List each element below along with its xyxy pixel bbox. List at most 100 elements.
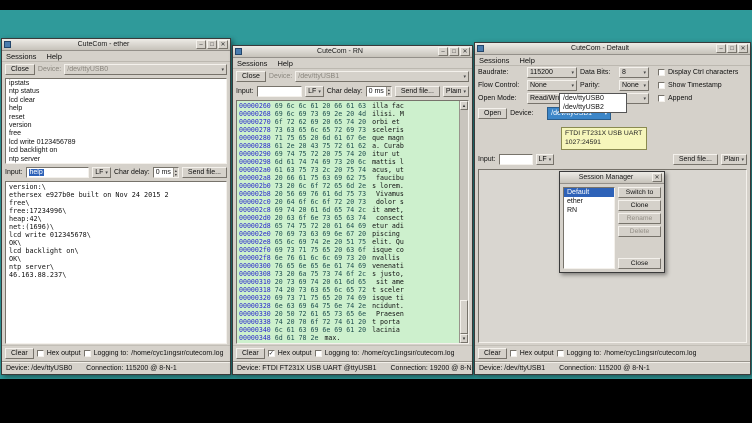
scrollbar-thumb[interactable] — [460, 300, 468, 334]
clear-button[interactable]: Clear — [5, 348, 34, 359]
maximize-button[interactable]: □ — [449, 47, 459, 56]
history-item[interactable]: lcd clear — [9, 97, 223, 105]
session-list[interactable]: DefaultetherRN — [563, 187, 615, 269]
menu-sessions[interactable]: Sessions — [6, 52, 36, 61]
logging-checkbox[interactable] — [84, 350, 91, 357]
data-bits-combo[interactable]: 8 ▾ — [619, 67, 649, 78]
history-item[interactable]: reset — [9, 114, 223, 122]
titlebar[interactable]: CuteCom - RN – □ ✕ — [233, 46, 472, 58]
display-mode-combo[interactable]: Plain ▾ — [721, 154, 747, 165]
hex-dump-line: 0000026869 6c 69 73 69 2e 20 4dilisi. M — [239, 110, 457, 118]
baudrate-combo[interactable]: 115200 ▾ — [527, 67, 577, 78]
dialog-button[interactable]: Switch to — [618, 187, 661, 198]
app-icon — [4, 41, 11, 48]
session-item[interactable]: ether — [564, 197, 614, 206]
logging-path[interactable]: /home/cyc1ingsir/cutecom.log — [362, 350, 454, 357]
scroll-up-icon[interactable]: ▴ — [460, 101, 468, 110]
close-window-button[interactable]: ✕ — [738, 44, 748, 53]
scrollbar-track[interactable] — [460, 110, 468, 334]
clear-button[interactable]: Clear — [478, 348, 507, 359]
device-combo[interactable]: /dev/ttyUSB0 ▾ — [64, 64, 227, 75]
char-delay-label: Char delay: — [114, 169, 150, 176]
output-area[interactable]: version:\ethersex e927b0e built on Nov 2… — [5, 181, 227, 344]
dialog-button[interactable]: Delete — [618, 226, 661, 237]
parity-combo[interactable]: None ▾ — [619, 80, 649, 91]
session-item[interactable]: RN — [564, 206, 614, 215]
send-file-button[interactable]: Send file... — [395, 86, 440, 97]
line-end-combo[interactable]: LF ▾ — [305, 86, 324, 97]
char-delay-spinbox[interactable]: 0 ms ▴▾ — [153, 167, 179, 178]
spinner-arrows-icon[interactable]: ▴▾ — [386, 87, 391, 96]
clear-button[interactable]: Clear — [236, 348, 265, 359]
input-field[interactable]: help — [26, 167, 90, 178]
open-device-button[interactable]: Open — [478, 108, 507, 119]
device-option[interactable]: /dev/ttyUSB2 — [560, 103, 626, 112]
close-window-button[interactable]: ✕ — [218, 40, 228, 49]
settings-close-button[interactable]: Close — [5, 64, 35, 75]
hex-ascii: Praesen — [372, 310, 404, 318]
history-item[interactable]: ntp status — [9, 88, 223, 96]
titlebar[interactable]: CuteCom - Default – □ ✕ — [475, 43, 750, 55]
hex-offset: 000002b8 — [239, 190, 271, 198]
minimize-button[interactable]: – — [438, 47, 448, 56]
logging-path[interactable]: /home/cyc1ingsir/cutecom.log — [131, 350, 223, 357]
hex-ascii: lacinia — [372, 326, 404, 334]
char-delay-spinbox[interactable]: 0 ms ▴▾ — [366, 86, 392, 97]
minimize-button[interactable]: – — [716, 44, 726, 53]
hex-ascii: faucibu — [372, 174, 404, 182]
dialog-button[interactable]: Rename — [618, 213, 661, 224]
menu-help[interactable]: Help — [46, 52, 61, 61]
maximize-button[interactable]: □ — [727, 44, 737, 53]
history-item[interactable]: version — [9, 122, 223, 130]
minimize-button[interactable]: – — [196, 40, 206, 49]
menu-help[interactable]: Help — [277, 59, 292, 68]
cutecom-window-rn: CuteCom - RN – □ ✕ Sessions Help Close D… — [232, 45, 473, 375]
settings-close-button[interactable]: Close — [236, 71, 266, 82]
history-item[interactable]: free — [9, 130, 223, 138]
history-item[interactable]: lcd write 0123456789 — [9, 139, 223, 147]
dialog-button[interactable]: Close — [618, 258, 661, 269]
menu-help[interactable]: Help — [519, 56, 534, 65]
display-ctrl-checkbox[interactable] — [658, 69, 665, 76]
scroll-down-icon[interactable]: ▾ — [460, 334, 468, 343]
line-end-combo[interactable]: LF ▾ — [536, 154, 555, 165]
flow-control-combo[interactable]: None ▾ — [527, 80, 577, 91]
hex-bytes: 20 66 61 75 63 69 62 75 — [275, 174, 366, 182]
hex-output-checkbox[interactable] — [37, 350, 44, 357]
menu-sessions[interactable]: Sessions — [237, 59, 267, 68]
maximize-button[interactable]: □ — [207, 40, 217, 49]
history-item[interactable]: ntp server — [9, 156, 223, 164]
logging-checkbox[interactable] — [315, 350, 322, 357]
line-end-combo[interactable]: LF ▾ — [92, 167, 111, 178]
input-field[interactable] — [499, 154, 533, 165]
send-file-button[interactable]: Send file... — [673, 154, 718, 165]
device-combo[interactable]: /dev/ttyUSB1 ▾ — [295, 71, 469, 82]
dialog-button[interactable]: Clone — [618, 200, 661, 211]
show-timestamp-checkbox[interactable] — [658, 82, 665, 89]
device-dropdown-list[interactable]: /dev/ttyUSB0/dev/ttyUSB2 — [559, 93, 627, 113]
close-window-button[interactable]: ✕ — [460, 47, 470, 56]
input-field[interactable] — [257, 86, 303, 97]
spinner-arrows-icon[interactable]: ▴▾ — [173, 168, 178, 177]
append-checkbox[interactable] — [658, 95, 665, 102]
session-item[interactable]: Default — [564, 188, 614, 197]
command-history-list[interactable]: ipstatsntp statuslcd clearhelpresetversi… — [5, 78, 227, 164]
logging-checkbox[interactable] — [557, 350, 564, 357]
logging-path[interactable]: /home/cyc1ingsir/cutecom.log — [604, 350, 696, 357]
dialog-titlebar[interactable]: Session Manager ✕ — [560, 172, 664, 184]
menu-sessions[interactable]: Sessions — [479, 56, 509, 65]
hex-bytes: 6c 61 63 69 6e 69 61 20 — [275, 326, 366, 334]
history-item[interactable]: help — [9, 105, 223, 113]
bottom-bar: Clear Hex output Logging to: /home/cyc1i… — [475, 345, 750, 361]
send-file-button[interactable]: Send file... — [182, 167, 227, 178]
history-item[interactable]: lcd backlight on — [9, 147, 223, 155]
vertical-scrollbar[interactable]: ▴ ▾ — [459, 101, 468, 343]
display-mode-combo[interactable]: Plain ▾ — [443, 86, 469, 97]
hex-output-checkbox[interactable] — [268, 350, 275, 357]
titlebar[interactable]: CuteCom - ether – □ ✕ — [2, 39, 230, 51]
device-option[interactable]: /dev/ttyUSB0 — [560, 94, 626, 103]
hex-output-checkbox[interactable] — [510, 350, 517, 357]
history-item[interactable]: ipstats — [9, 80, 223, 88]
hex-output-area[interactable]: 0000026069 6c 6c 61 20 66 61 63illa fac … — [236, 100, 469, 344]
dialog-close-button[interactable]: ✕ — [652, 173, 662, 182]
